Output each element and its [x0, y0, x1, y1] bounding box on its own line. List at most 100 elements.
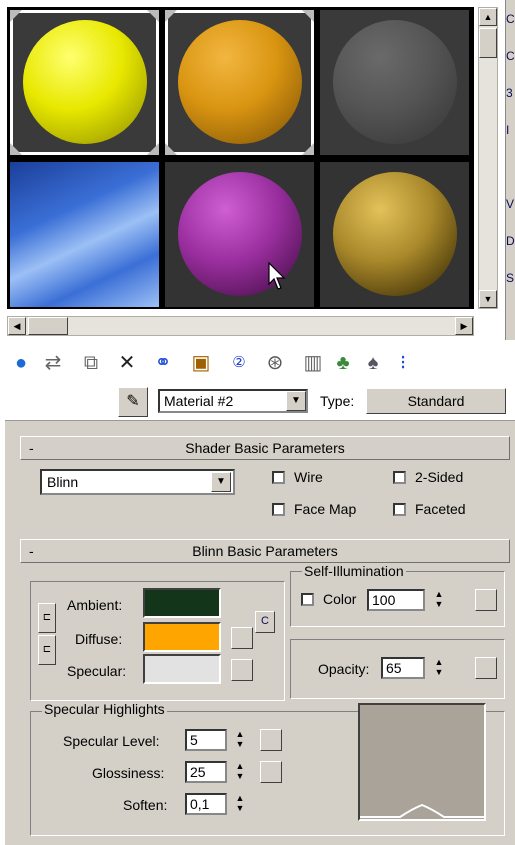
pick-material-eyedropper-button[interactable]: ✎	[118, 387, 148, 417]
material-preview-sphere	[333, 172, 457, 296]
slot-corner-marker	[165, 10, 177, 22]
slot-corner-marker	[147, 143, 159, 155]
side-tool-button[interactable]: C	[506, 49, 515, 73]
wire-checkbox[interactable]	[272, 471, 285, 484]
side-tool-button[interactable]: 3	[506, 86, 515, 110]
get-material-icon[interactable]: ●	[8, 350, 34, 376]
delete-icon[interactable]: ✕	[114, 350, 140, 376]
glossiness-spinner[interactable]: ▲ ▼	[234, 761, 246, 783]
select-by-material-icon[interactable]: ⁝	[390, 350, 416, 376]
make-unique-icon[interactable]: ⚭	[150, 350, 176, 376]
scroll-up-button[interactable]: ▲	[479, 8, 497, 26]
rollout-title: Shader Basic Parameters	[185, 440, 345, 456]
opacity-map-button[interactable]	[475, 657, 497, 679]
two-sided-checkbox[interactable]	[393, 471, 406, 484]
glossiness-label: Glossiness:	[92, 765, 165, 781]
soften-field[interactable]: 0,1	[185, 793, 227, 815]
specular-level-spinner[interactable]: ▲ ▼	[234, 729, 246, 751]
diffuse-color-swatch[interactable]	[143, 622, 221, 652]
side-tool-button[interactable]: C	[506, 12, 515, 36]
slot-corner-marker	[302, 10, 314, 22]
specular-level-label: Specular Level:	[63, 733, 160, 749]
face-map-checkbox[interactable]	[272, 503, 285, 516]
mouse-cursor-icon	[268, 262, 286, 290]
opacity-label: Opacity:	[318, 661, 370, 677]
blinn-basic-parameters-rollout-header[interactable]: - Blinn Basic Parameters	[20, 539, 510, 563]
side-tool-button[interactable]	[506, 160, 515, 184]
ambient-color-swatch[interactable]	[143, 588, 221, 618]
material-slot-sky[interactable]	[10, 162, 159, 307]
self-illum-color-checkbox[interactable]	[301, 593, 314, 606]
material-slot-orange[interactable]	[165, 10, 314, 155]
ambient-diffuse-lock-button[interactable]: ⊏	[38, 603, 56, 633]
material-preview-sphere	[178, 20, 302, 144]
side-tool-button[interactable]: S	[506, 271, 515, 295]
shader-basic-parameters-rollout-header[interactable]: - Shader Basic Parameters	[20, 436, 510, 460]
scroll-left-button[interactable]: ◀	[8, 317, 26, 335]
self-illum-map-button[interactable]	[475, 589, 497, 611]
self-illum-color-label: Color	[323, 591, 357, 607]
highlight-curve-graph	[358, 703, 486, 821]
diffuse-specular-lock-button[interactable]: ⊏	[38, 635, 56, 665]
material-slot-olive[interactable]	[320, 162, 469, 307]
shader-type-value: Blinn	[47, 474, 79, 490]
collapse-icon: -	[29, 440, 34, 456]
slot-corner-marker	[147, 10, 159, 22]
two-sided-label: 2-Sided	[415, 469, 464, 485]
soften-label: Soften:	[123, 797, 168, 813]
show-end-result-icon[interactable]: ▥	[300, 350, 326, 376]
side-tool-button[interactable]: I	[506, 123, 515, 147]
material-name-field[interactable]: Material #2 ▼	[158, 389, 308, 413]
self-illum-spinner[interactable]: ▲ ▼	[433, 589, 445, 611]
lock-icon[interactable]: C	[255, 611, 275, 633]
scroll-right-button[interactable]: ▶	[455, 317, 473, 335]
slot-corner-marker	[10, 10, 22, 22]
specular-level-map-button[interactable]	[260, 729, 282, 751]
specular-level-field[interactable]: 5	[185, 729, 227, 751]
glossiness-field[interactable]: 25	[185, 761, 227, 783]
slot-corner-marker	[302, 143, 314, 155]
ambient-label: Ambient:	[67, 597, 123, 613]
opacity-value-field[interactable]: 65	[381, 657, 425, 679]
soften-spinner[interactable]: ▲ ▼	[234, 793, 246, 815]
material-slot-purple[interactable]	[165, 162, 314, 307]
side-tool-button[interactable]: V	[506, 197, 515, 221]
hscroll-thumb[interactable]	[28, 317, 68, 335]
specular-map-button[interactable]	[231, 659, 253, 681]
diffuse-label: Diffuse:	[75, 631, 123, 647]
shader-type-select[interactable]: Blinn ▼	[40, 469, 235, 495]
material-editor-toolbar: ● ⇄ ⧉ ✕ ⚭ ▣ ② ⊛ ▥ ♣ ♠ ⁝	[0, 346, 515, 384]
material-slot-gray[interactable]	[320, 10, 469, 155]
side-toolbar: CC 3 I VDS	[505, 0, 515, 340]
slot-corner-marker	[10, 143, 22, 155]
collapse-icon: -	[29, 543, 34, 559]
assign-to-selection-icon[interactable]: ⧉	[78, 350, 104, 376]
put-to-library-icon[interactable]: ▣	[188, 350, 214, 376]
type-label: Type:	[320, 393, 355, 409]
faceted-checkbox[interactable]	[393, 503, 406, 516]
sample-slots-grid	[7, 7, 474, 309]
slots-horizontal-scrollbar[interactable]: ◀ ▶	[7, 316, 474, 336]
specular-color-swatch[interactable]	[143, 654, 221, 684]
material-slot-yellow[interactable]	[10, 10, 159, 155]
opacity-spinner[interactable]: ▲ ▼	[433, 657, 445, 679]
eyedropper-icon: ✎	[126, 393, 140, 410]
slots-vertical-scrollbar[interactable]: ▲ ▼	[478, 7, 498, 309]
self-illumination-title: Self-Illumination	[302, 563, 406, 579]
glossiness-map-button[interactable]	[260, 761, 282, 783]
go-to-parent-icon[interactable]: ♣	[330, 350, 356, 376]
scroll-thumb[interactable]	[479, 28, 497, 58]
material-type-button[interactable]: Standard	[366, 388, 506, 414]
self-illum-value-field[interactable]: 100	[367, 589, 425, 611]
show-map-icon[interactable]: ⊛	[262, 350, 288, 376]
side-tool-button[interactable]: D	[506, 234, 515, 258]
go-forward-icon[interactable]: ♠	[360, 350, 386, 376]
diffuse-map-button[interactable]	[231, 627, 253, 649]
scroll-down-button[interactable]: ▼	[479, 290, 497, 308]
rollout-title: Blinn Basic Parameters	[192, 543, 338, 559]
material-id-channel-icon[interactable]: ②	[226, 350, 252, 376]
put-to-scene-icon[interactable]: ⇄	[40, 350, 66, 376]
material-name-value: Material #2	[164, 393, 234, 409]
material-name-dropdown-button[interactable]: ▼	[286, 391, 306, 411]
chevron-down-icon[interactable]: ▼	[211, 472, 231, 492]
